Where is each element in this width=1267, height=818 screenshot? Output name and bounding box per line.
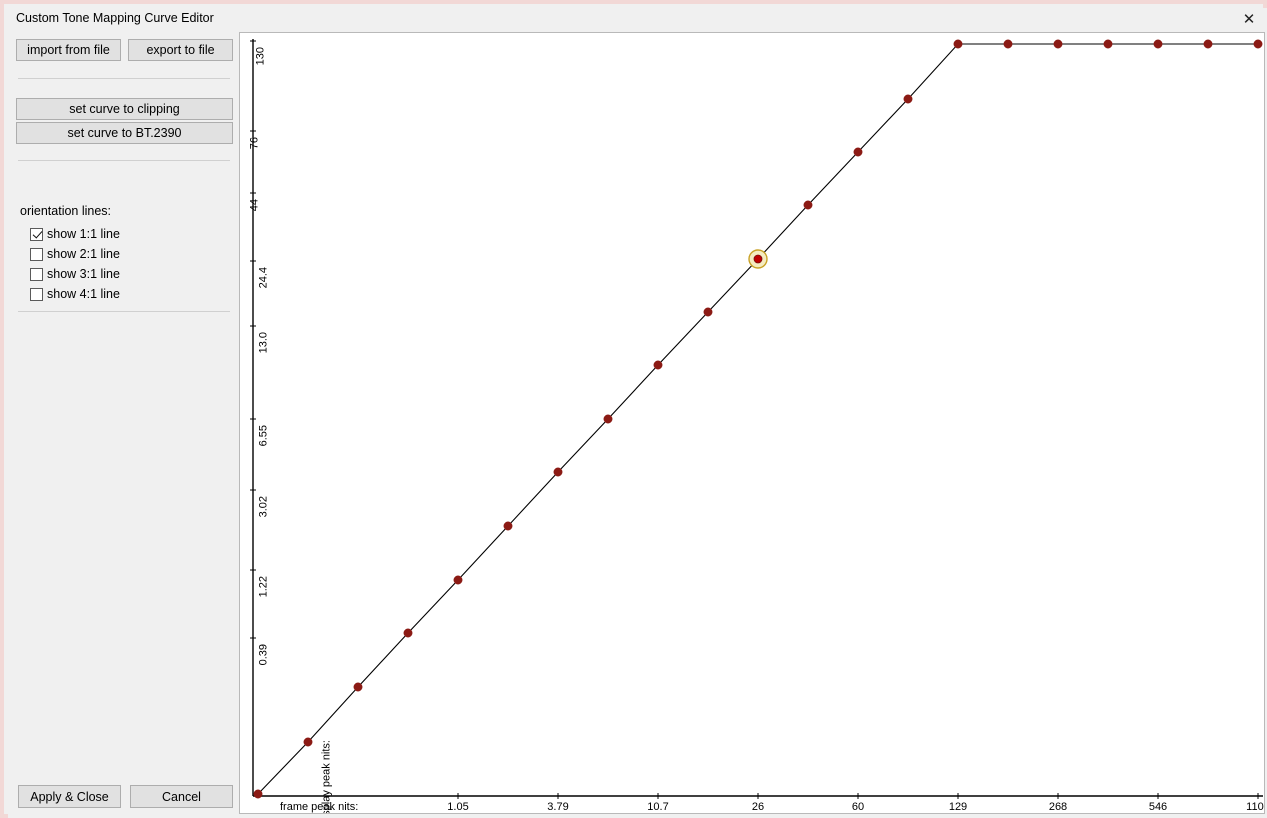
curve-plot-panel[interactable]: 130 76 44 24.4 13.0 6.55 3.02 1.22 0.39 1.05 3.79 1…	[237, 30, 1267, 818]
checkbox-box[interactable]	[30, 287, 43, 301]
x-axis-tick-label: 129	[948, 801, 968, 813]
checkbox-show-3-1-line[interactable]: show 3:1 line	[30, 265, 120, 283]
y-axis-tick-label: 0.39	[257, 644, 270, 666]
apply-and-close-button[interactable]: Apply & Close	[18, 785, 121, 808]
curve-point	[303, 737, 313, 747]
y-axis-tick-label: 76	[248, 137, 261, 150]
x-axis-tick-label: 1.05	[447, 801, 469, 813]
y-axis-tick-label: 1.22	[257, 576, 270, 598]
curve-point	[1203, 39, 1213, 49]
curve-point	[603, 414, 613, 424]
curve-point	[953, 39, 963, 49]
curve-point	[353, 682, 363, 692]
curve-point	[1153, 39, 1163, 49]
set-curve-to-clipping-button[interactable]: set curve to clipping	[16, 98, 233, 120]
set-curve-to-bt2390-button[interactable]: set curve to BT.2390	[16, 122, 233, 144]
x-axis-tick-label: 546	[1148, 801, 1168, 813]
y-axis-tick-label: 44	[248, 199, 261, 212]
import-from-file-button[interactable]: import from file	[16, 39, 121, 61]
curve-point	[903, 94, 913, 104]
y-axis-tick-label: 24.4	[257, 267, 270, 289]
checkbox-label: show 2:1 line	[47, 247, 120, 261]
checkbox-box[interactable]	[30, 227, 43, 241]
x-axis-tick-label: 1100	[1246, 801, 1264, 813]
checkbox-show-2-1-line[interactable]: show 2:1 line	[30, 245, 120, 263]
curve-point	[1053, 39, 1063, 49]
curve-point	[803, 200, 813, 210]
checkbox-show-4-1-line[interactable]: show 4:1 line	[30, 285, 120, 303]
y-axis-tick-label: 130	[254, 47, 267, 66]
title-bar: Custom Tone Mapping Curve Editor ✕	[8, 8, 1267, 30]
checkbox-label: show 3:1 line	[47, 267, 120, 281]
curve-point	[653, 360, 663, 370]
x-axis-tick-label: 3.79	[547, 801, 569, 813]
curve-point	[1103, 39, 1113, 49]
checkbox-show-1-1-line[interactable]: show 1:1 line	[30, 225, 120, 243]
sidebar-panel: import from file export to file set curv…	[8, 30, 237, 818]
close-icon[interactable]: ✕	[1235, 8, 1263, 30]
curve-point	[553, 467, 563, 477]
curve-point	[853, 147, 863, 157]
x-axis-tick-label: 60	[851, 801, 865, 813]
curve-point	[403, 628, 413, 638]
x-axis-title: frame peak nits:	[280, 801, 359, 813]
checkbox-box[interactable]	[30, 267, 43, 281]
x-axis-tick-label: 10.7	[647, 801, 669, 813]
y-axis-tick-label: 6.55	[257, 425, 270, 447]
cancel-button[interactable]: Cancel	[130, 785, 233, 808]
orientation-lines-label: orientation lines:	[20, 204, 112, 218]
window-title: Custom Tone Mapping Curve Editor	[16, 11, 214, 25]
curve-point	[1003, 39, 1013, 49]
divider	[18, 311, 230, 312]
checkbox-label: show 1:1 line	[47, 227, 120, 241]
divider	[18, 78, 230, 79]
x-axis-tick-label: 26	[751, 801, 765, 813]
dialog-window: Custom Tone Mapping Curve Editor ✕ impor…	[0, 0, 1267, 818]
export-to-file-button[interactable]: export to file	[128, 39, 233, 61]
plot-area[interactable]: 130 76 44 24.4 13.0 6.55 3.02 1.22 0.39 1.05 3.79 1…	[239, 32, 1265, 814]
y-axis-tick-label: 3.02	[257, 496, 270, 518]
checkbox-box[interactable]	[30, 247, 43, 261]
curve-point	[503, 521, 513, 531]
curve-point	[253, 789, 263, 799]
curve-point	[1253, 39, 1263, 49]
checkbox-label: show 4:1 line	[47, 287, 120, 301]
curve-point	[703, 307, 713, 317]
y-axis-tick-label: 13.0	[257, 332, 270, 354]
selected-curve-point	[753, 254, 763, 264]
x-axis-tick-label: 268	[1048, 801, 1068, 813]
curve-point	[453, 575, 463, 585]
tone-curve-svg[interactable]	[240, 33, 1265, 814]
divider	[18, 160, 230, 161]
